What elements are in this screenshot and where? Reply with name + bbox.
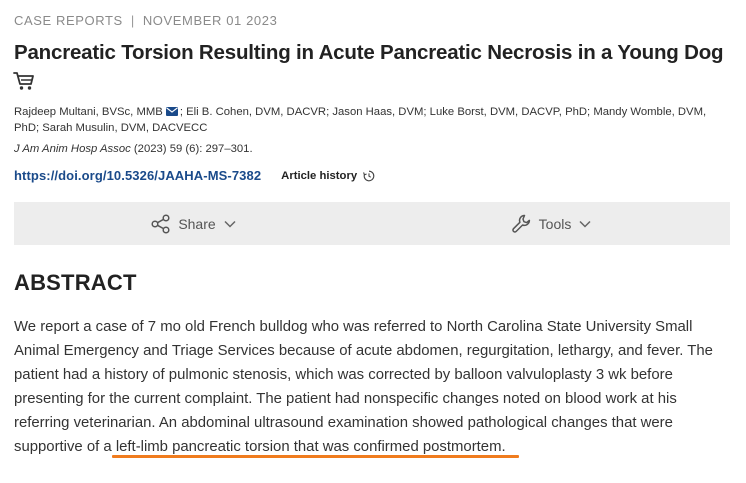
share-icon (151, 213, 170, 234)
highlighted-text: left-limb pancreatic torsion that was co… (115, 439, 506, 455)
doi-row: https://doi.org/10.5326/JAAHA-MS-7382 Ar… (14, 168, 375, 183)
chevron-down-icon (579, 220, 591, 228)
tools-button[interactable]: Tools (372, 202, 730, 245)
history-icon (363, 170, 375, 181)
citation-details: (2023) 59 (6): 297–301. (130, 143, 253, 155)
abstract-text: We report a case of 7 mo old French bull… (14, 315, 726, 459)
article-history-button[interactable]: Article history (281, 170, 375, 182)
publication-date: NOVEMBER 01 2023 (142, 13, 278, 28)
article-title: Pancreatic Torsion Resulting in Acute Pa… (14, 41, 724, 64)
section-label: CASE REPORTS (14, 13, 123, 28)
article-meta: CASE REPORTS | NOVEMBER 01 2023 (14, 13, 277, 28)
meta-separator: | (130, 13, 135, 28)
mail-icon[interactable] (165, 107, 178, 116)
citation: J Am Anim Hosp Assoc (2023) 59 (6): 297–… (14, 143, 253, 155)
share-label: Share (178, 215, 216, 232)
chevron-down-icon (224, 220, 236, 228)
wrench-icon (511, 214, 530, 233)
abstract-heading: ABSTRACT (14, 270, 137, 295)
tools-label: Tools (538, 215, 572, 232)
author-list: Rajdeep Multani, BVSc, MMB; Eli B. Cohen… (14, 104, 734, 136)
journal-name: J Am Anim Hosp Assoc (14, 143, 131, 155)
doi-link[interactable]: https://doi.org/10.5326/JAAHA-MS-7382 (14, 168, 261, 183)
article-toolbar: Share Tools (14, 202, 730, 245)
cart-icon[interactable] (13, 71, 35, 91)
abstract-text-main: We report a case of 7 mo old French bull… (14, 319, 713, 455)
article-history-label: Article history (281, 169, 358, 182)
author-corresponding[interactable]: Rajdeep Multani, BVSc, MMB (14, 106, 163, 118)
highlight-underline (112, 455, 519, 458)
share-button[interactable]: Share (14, 202, 372, 245)
